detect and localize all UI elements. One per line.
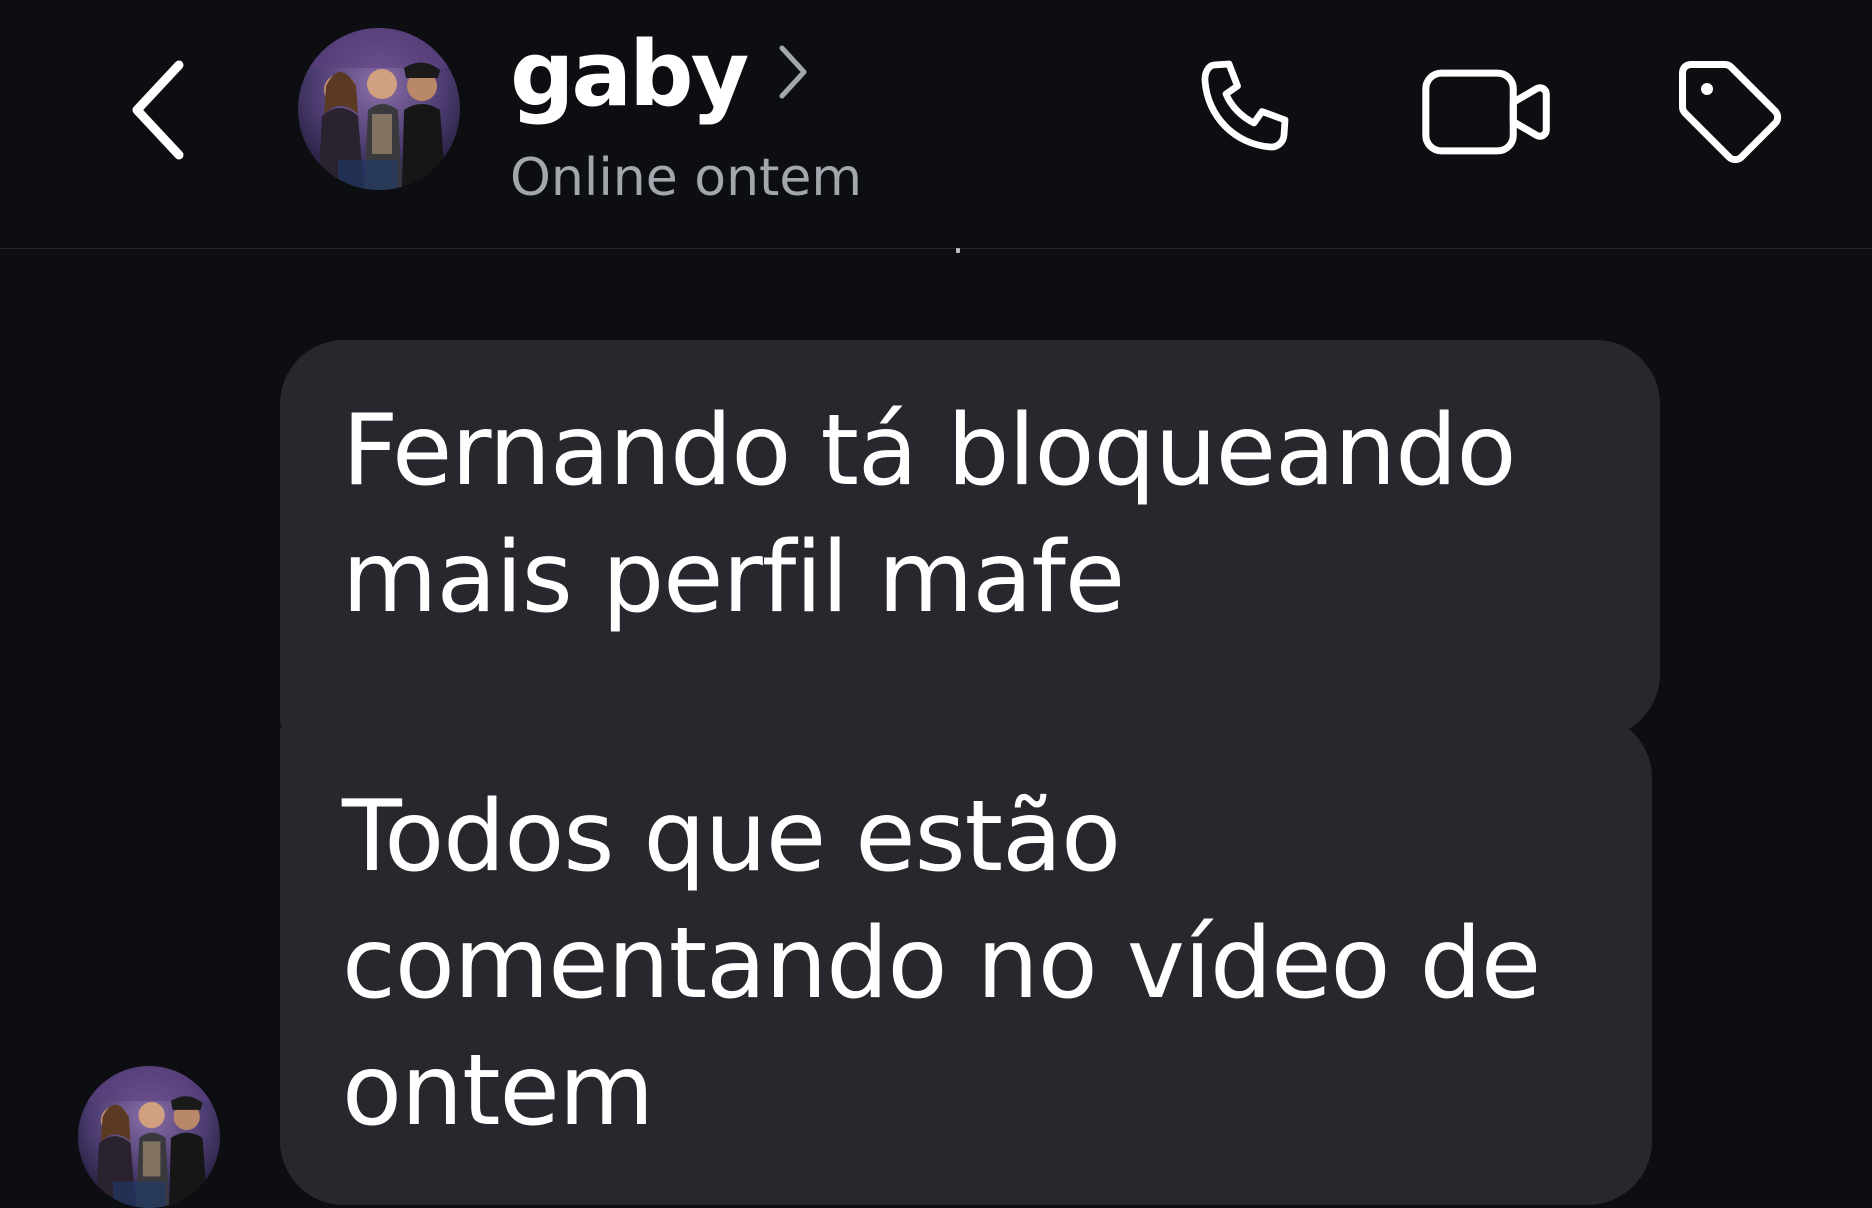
back-button[interactable] xyxy=(118,50,198,170)
chat-header: gaby Online ontem xyxy=(0,0,1872,249)
chevron-right-icon xyxy=(776,42,810,102)
phone-icon xyxy=(1201,60,1289,151)
contact-avatar[interactable] xyxy=(298,28,460,190)
contact-name: gaby xyxy=(510,22,749,127)
online-status: Online ontem xyxy=(510,148,863,208)
video-camera-icon xyxy=(1422,69,1550,155)
call-button[interactable] xyxy=(1178,42,1318,182)
scroll-indicator-dot xyxy=(956,248,960,253)
message-text: Fernando tá bloqueando mais perfil mafe xyxy=(342,394,1516,635)
message-bubble[interactable]: Todos que estão comentando no vídeo de o… xyxy=(280,714,1652,1205)
video-call-button[interactable] xyxy=(1418,42,1558,182)
tag-button[interactable] xyxy=(1660,42,1800,182)
avatar-photo xyxy=(298,28,460,190)
message-text: Todos que estão comentando no vídeo de o… xyxy=(342,780,1541,1148)
message-bubble[interactable]: Fernando tá bloqueando mais perfil mafe xyxy=(280,340,1660,738)
sender-avatar[interactable] xyxy=(78,1066,220,1208)
avatar-photo xyxy=(78,1066,220,1208)
chevron-left-icon xyxy=(132,60,184,160)
contact-name-link[interactable]: gaby xyxy=(510,20,810,130)
tag-icon xyxy=(1679,61,1782,164)
